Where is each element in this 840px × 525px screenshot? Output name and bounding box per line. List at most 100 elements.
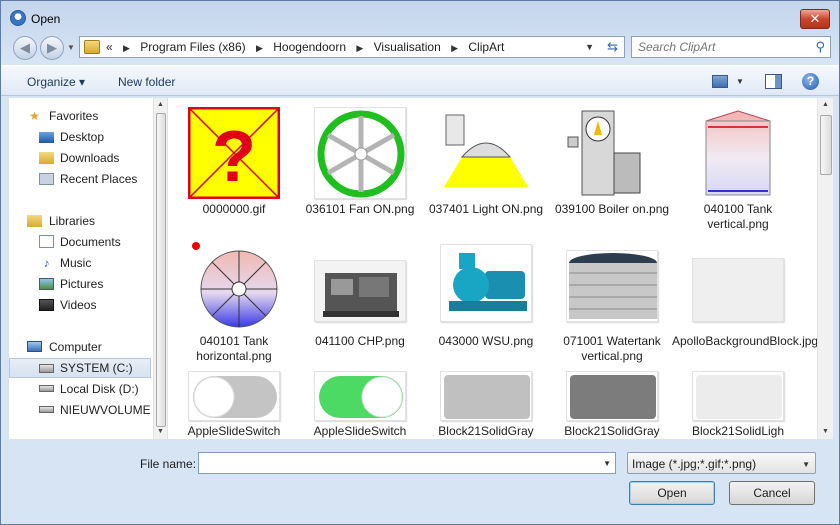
- nav-item-system-c[interactable]: SYSTEM (C:): [9, 358, 151, 378]
- file-type-filter-value: Image (*.jpg;*.gif;*.png): [632, 457, 757, 471]
- file-item[interactable]: 040100 Tank vertical.png: [672, 98, 792, 231]
- nav-item-local-disk-d[interactable]: Local Disk (D:): [9, 379, 151, 399]
- nav-scrollbar-thumb[interactable]: [156, 113, 166, 427]
- nav-item-downloads[interactable]: Downloads: [9, 148, 151, 168]
- nav-item-nieuwvolume-e[interactable]: NIEUWVOLUME (E:): [9, 400, 151, 420]
- scroll-up-icon[interactable]: ▲: [822, 101, 829, 108]
- file-name: ApolloBackgroundBlock.jpg: [672, 334, 817, 348]
- file-name: Block21SolidLigh: [691, 424, 785, 438]
- file-item[interactable]: Block21SolidGray: [420, 362, 540, 439]
- file-name: 043000 WSU.png: [438, 334, 534, 348]
- file-thumbnail: [692, 258, 784, 322]
- file-item[interactable]: 040101 Tank horizontal.png: [168, 230, 288, 363]
- nav-computer[interactable]: Computer: [9, 337, 151, 357]
- view-options-dropdown-icon[interactable]: ▼: [736, 77, 744, 86]
- file-thumbnail: [566, 250, 658, 322]
- back-arrow-icon: ◀: [20, 40, 30, 55]
- breadcrumb-visualisation[interactable]: Visualisation: [374, 40, 441, 54]
- videos-icon: [39, 299, 54, 311]
- scroll-down-icon[interactable]: ▼: [822, 428, 829, 435]
- star-icon: ★: [29, 109, 40, 123]
- file-thumbnail: [440, 244, 532, 322]
- nav-scrollbar[interactable]: ▲ ▼: [153, 98, 167, 439]
- search-box[interactable]: ⚲: [631, 36, 831, 58]
- recent-locations-dropdown[interactable]: ▼: [67, 43, 75, 52]
- file-item[interactable]: 041100 CHP.png: [294, 230, 414, 362]
- breadcrumb-separator[interactable]: ▶: [356, 43, 363, 53]
- cancel-button[interactable]: Cancel: [729, 481, 815, 505]
- address-bar[interactable]: « ▶ Program Files (x86) ▶ Hoogendoorn ▶ …: [79, 36, 625, 58]
- file-name-combobox[interactable]: ▼: [198, 452, 616, 474]
- breadcrumb-program-files[interactable]: Program Files (x86): [140, 40, 245, 54]
- file-item[interactable]: Block21SolidLigh: [672, 362, 792, 439]
- file-item[interactable]: 037401 Light ON.png: [420, 98, 543, 230]
- help-icon[interactable]: ?: [802, 73, 819, 90]
- forward-button[interactable]: ▶: [40, 36, 64, 60]
- refresh-icon[interactable]: ⇆: [607, 39, 618, 55]
- folder-icon: [84, 40, 100, 54]
- preview-pane-icon[interactable]: [765, 74, 782, 89]
- file-thumbnail: [188, 371, 280, 421]
- breadcrumb-separator[interactable]: ▶: [123, 43, 130, 53]
- file-item[interactable]: 036101 Fan ON.png: [294, 98, 414, 230]
- breadcrumb-clipart[interactable]: ClipArt: [468, 40, 504, 54]
- file-name: 037401 Light ON.png: [428, 202, 544, 216]
- search-icon[interactable]: ⚲: [815, 39, 825, 55]
- breadcrumb-separator[interactable]: ▶: [256, 43, 263, 53]
- file-name: 036101 Fan ON.png: [305, 202, 415, 216]
- file-item[interactable]: ApolloBackgroundBlock.jpg: [672, 230, 817, 362]
- address-dropdown-icon[interactable]: ▼: [585, 42, 594, 52]
- nav-label: Pictures: [60, 277, 104, 291]
- nav-label: NIEUWVOLUME (E:): [60, 403, 151, 417]
- downloads-folder-icon: [39, 152, 54, 164]
- nav-item-desktop[interactable]: Desktop: [9, 127, 151, 147]
- nav-label: Computer: [49, 340, 102, 354]
- file-thumbnail: [440, 371, 532, 421]
- breadcrumb: « ▶ Program Files (x86) ▶ Hoogendoorn ▶ …: [106, 40, 508, 54]
- file-item[interactable]: 039100 Boiler on.png: [546, 98, 669, 230]
- nav-label: Local Disk (D:): [60, 382, 139, 396]
- scroll-down-icon[interactable]: ▼: [157, 428, 164, 435]
- file-item[interactable]: AppleSlideSwitch: [294, 362, 414, 439]
- breadcrumb-separator[interactable]: ▶: [451, 43, 458, 53]
- file-name: Block21SolidGray: [564, 424, 660, 438]
- file-item[interactable]: ? 0000000.gif: [168, 98, 288, 230]
- file-thumbnail: [314, 107, 406, 199]
- scroll-up-icon[interactable]: ▲: [157, 101, 164, 108]
- new-folder-button[interactable]: New folder: [118, 75, 175, 89]
- file-thumbnail: [566, 107, 658, 199]
- search-input[interactable]: [636, 39, 806, 55]
- nav-item-pictures[interactable]: Pictures: [9, 274, 151, 294]
- file-name: 040101 Tank horizontal.png: [196, 334, 272, 363]
- back-button[interactable]: ◀: [13, 36, 37, 60]
- file-item[interactable]: 071001 Watertank vertical.png: [546, 230, 666, 363]
- nav-item-videos[interactable]: Videos: [9, 295, 151, 315]
- window-title: Open: [31, 12, 61, 26]
- file-list-scrollbar-thumb[interactable]: [820, 115, 832, 175]
- breadcrumb-overflow[interactable]: «: [106, 40, 113, 54]
- nav-item-music[interactable]: ♪ Music: [9, 253, 151, 273]
- file-item[interactable]: AppleSlideSwitch: [168, 362, 288, 439]
- desktop-icon: [39, 132, 54, 143]
- open-button[interactable]: Open: [629, 481, 715, 505]
- nav-favorites[interactable]: ★ Favorites: [9, 106, 151, 126]
- nav-item-recent-places[interactable]: Recent Places: [9, 169, 151, 189]
- pictures-icon: [39, 278, 54, 290]
- nav-item-documents[interactable]: Documents: [9, 232, 151, 252]
- file-name-dropdown-icon[interactable]: ▼: [603, 459, 611, 468]
- file-name-input[interactable]: [202, 455, 597, 471]
- file-type-filter[interactable]: Image (*.jpg;*.gif;*.png) ▼: [627, 452, 816, 474]
- close-button[interactable]: ✕: [800, 9, 830, 29]
- file-name: 0000000.gif: [202, 202, 266, 216]
- file-list-scrollbar[interactable]: ▲ ▼: [817, 98, 833, 439]
- breadcrumb-hoogendoorn[interactable]: Hoogendoorn: [273, 40, 346, 54]
- drive-windows-icon: [39, 364, 54, 373]
- file-item[interactable]: Block21SolidGray: [546, 362, 666, 439]
- open-dialog: Open ✕ ◀ ▶ ▼ « ▶ Program Files (x86) ▶ H…: [0, 0, 840, 525]
- file-name: 039100 Boiler on.png: [554, 202, 670, 216]
- file-item[interactable]: 043000 WSU.png: [420, 230, 540, 362]
- music-icon: ♪: [43, 256, 50, 270]
- change-view-icon[interactable]: [712, 75, 728, 88]
- organize-button[interactable]: Organize ▾: [27, 75, 85, 89]
- nav-libraries[interactable]: Libraries: [9, 211, 151, 231]
